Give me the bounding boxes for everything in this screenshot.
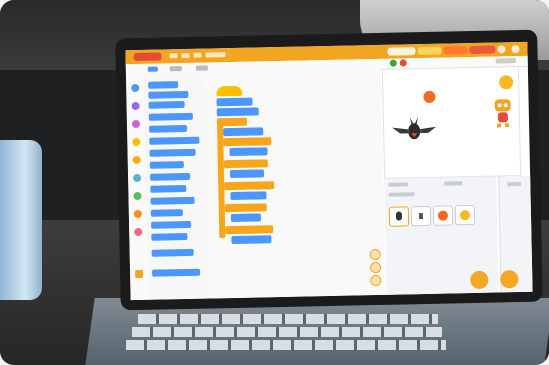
keyboard-row xyxy=(126,340,446,350)
category-motion[interactable] xyxy=(131,83,140,93)
category-looks[interactable] xyxy=(131,101,140,111)
stage-label xyxy=(507,181,522,187)
script-block[interactable] xyxy=(216,97,253,107)
if-block[interactable] xyxy=(223,137,272,147)
bat-sprite-icon[interactable] xyxy=(392,117,437,144)
palette-block[interactable] xyxy=(150,184,187,193)
script-block[interactable] xyxy=(230,191,267,201)
tab-sounds[interactable] xyxy=(195,65,208,71)
category-control[interactable] xyxy=(132,155,141,165)
extension-button[interactable] xyxy=(135,269,144,279)
when-flag-clicked-block[interactable] xyxy=(216,85,243,97)
photo-frame xyxy=(0,0,549,365)
category-sound[interactable] xyxy=(131,119,141,129)
tab-code[interactable] xyxy=(147,66,158,72)
palette-block[interactable] xyxy=(148,112,193,121)
palette-block[interactable] xyxy=(150,172,191,181)
coin-icon xyxy=(499,75,514,90)
ball-icon xyxy=(423,90,436,104)
file-menu[interactable] xyxy=(169,53,178,59)
help-icon[interactable] xyxy=(511,44,520,54)
script-block[interactable] xyxy=(223,127,264,137)
if-block[interactable] xyxy=(224,203,267,213)
sprite-thumb-ball[interactable] xyxy=(432,205,454,226)
category-operators[interactable] xyxy=(133,191,142,201)
stage[interactable] xyxy=(381,66,522,179)
flag-icon[interactable] xyxy=(389,59,397,67)
palette-block[interactable] xyxy=(148,81,179,89)
palette-block[interactable] xyxy=(150,209,183,217)
category-my-blocks[interactable] xyxy=(134,227,143,237)
sprite-size-field[interactable] xyxy=(388,192,415,197)
keyboard-row xyxy=(138,314,438,324)
if-block[interactable] xyxy=(223,159,268,169)
zoom-out-icon[interactable] xyxy=(369,261,382,274)
palette-block[interactable] xyxy=(149,161,184,169)
keyboard-row xyxy=(132,327,442,337)
forever-block-arm xyxy=(216,118,226,239)
script-block[interactable] xyxy=(231,235,272,245)
account-button[interactable] xyxy=(469,45,496,55)
palette-block[interactable] xyxy=(151,248,194,257)
project-name[interactable] xyxy=(205,52,226,58)
water-cup xyxy=(0,140,42,300)
stop-icon[interactable] xyxy=(399,59,407,67)
sprite-x-field[interactable] xyxy=(444,181,463,186)
script-block[interactable] xyxy=(230,213,262,223)
edit-menu[interactable] xyxy=(181,52,190,59)
robot-mascot-icon xyxy=(494,99,511,128)
palette-block[interactable] xyxy=(149,148,196,157)
avatar[interactable] xyxy=(497,45,506,54)
laptop-screen xyxy=(125,41,533,301)
publish-button[interactable] xyxy=(443,46,468,55)
save-button[interactable] xyxy=(417,46,442,56)
category-variables[interactable] xyxy=(133,209,142,219)
palette-block[interactable] xyxy=(150,196,195,205)
app-logo xyxy=(133,52,162,62)
settings-menu[interactable] xyxy=(193,52,202,58)
script-workspace[interactable] xyxy=(205,68,386,299)
if-block[interactable] xyxy=(225,225,274,235)
script-block[interactable] xyxy=(229,169,265,179)
sprite-thumb[interactable] xyxy=(410,205,432,227)
palette-block[interactable] xyxy=(148,101,185,109)
category-sensing[interactable] xyxy=(133,173,142,183)
palette-block[interactable] xyxy=(151,220,192,229)
script-block[interactable] xyxy=(229,147,268,157)
sprite-thumb-bat[interactable] xyxy=(388,206,410,227)
palette-block[interactable] xyxy=(148,90,189,99)
block-palette xyxy=(143,72,211,300)
zoom-in-icon[interactable] xyxy=(369,248,381,261)
sprite-name-field[interactable] xyxy=(388,182,409,187)
palette-block[interactable] xyxy=(149,124,188,133)
palette-block[interactable] xyxy=(152,268,201,277)
share-button[interactable] xyxy=(387,47,416,56)
sprite-thumb-coin[interactable] xyxy=(454,204,476,226)
reset-zoom-icon[interactable] xyxy=(370,274,382,287)
category-events[interactable] xyxy=(132,137,141,147)
script-block[interactable] xyxy=(216,107,259,117)
palette-block[interactable] xyxy=(149,136,200,145)
if-block[interactable] xyxy=(224,181,275,191)
palette-block[interactable] xyxy=(151,232,188,241)
tab-costumes[interactable] xyxy=(169,66,182,72)
fullscreen-icon[interactable] xyxy=(495,58,516,64)
